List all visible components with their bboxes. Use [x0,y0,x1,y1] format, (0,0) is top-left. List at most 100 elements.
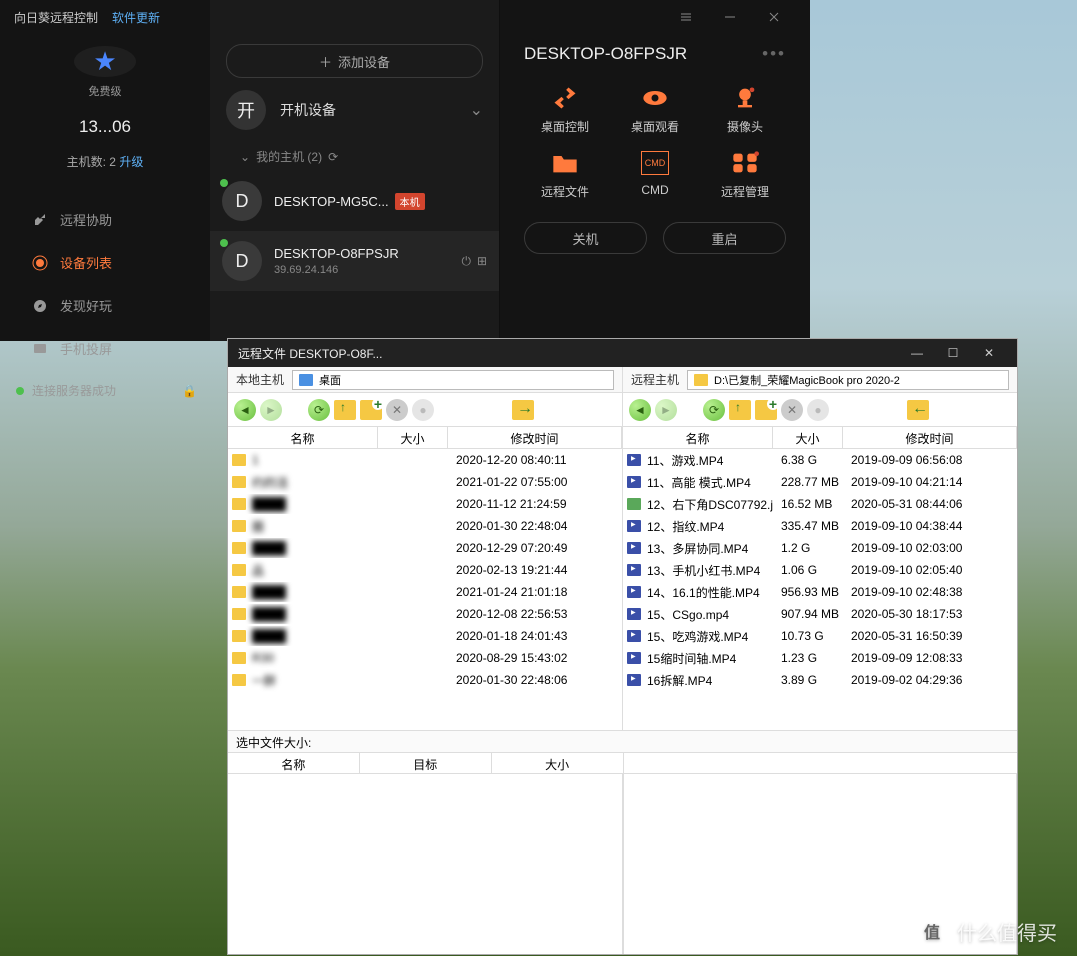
col-name[interactable]: 名称 [228,427,378,448]
file-name: ████ [252,541,286,555]
close-button[interactable] [752,0,796,34]
file-row[interactable]: 12、指纹.MP4 335.47 MB 2019-09-10 04:38:44 [623,515,1017,537]
minimize-button[interactable]: — [899,346,935,360]
file-mtime: 2021-01-22 07:55:00 [448,472,622,492]
forward-button[interactable]: ► [655,399,677,421]
titlebar[interactable]: 向日葵远程控制 软件更新 [0,0,810,34]
file-row[interactable]: 品 2020-02-13 19:21:44 [228,559,622,581]
remote-file-list[interactable]: 11、游戏.MP4 6.38 G 2019-09-09 06:56:08 11、… [623,449,1017,730]
file-row[interactable]: 12、右下角DSC07792.j 16.52 MB 2020-05-31 08:… [623,493,1017,515]
back-button[interactable]: ◄ [629,399,651,421]
file-row[interactable]: 1 2020-12-20 08:40:11 [228,449,622,471]
close-button[interactable]: ✕ [971,346,1007,360]
add-device-button[interactable]: ＋ 添加设备 [226,44,483,78]
sidebar-item-devices[interactable]: 设备列表 [0,241,210,284]
file-row[interactable]: 13、手机小红书.MP4 1.06 G 2019-09-10 02:05:40 [623,559,1017,581]
up-button[interactable] [729,400,751,420]
file-size: 10.73 G [773,626,843,646]
col-mtime[interactable]: 修改时间 [843,427,1017,448]
device-row[interactable]: D DESKTOP-O8FPSJR 39.69.24.146 ⏻⊞ [210,231,499,291]
col-size[interactable]: 大小 [378,427,448,448]
file-row[interactable]: ████ 2021-01-24 21:01:18 [228,581,622,603]
queue-body-left[interactable] [228,774,623,954]
action-desktop-control[interactable]: 桌面控制 [520,86,610,135]
file-row[interactable]: 一醉 2020-01-30 22:48:06 [228,669,622,691]
stop-button[interactable]: ● [412,399,434,421]
local-panel: 本地主机 桌面 ◄ ► ⟳ ✕ ● 名称 大小 修改时间 1 [228,367,623,730]
file-row[interactable]: 约的活 2021-01-22 07:55:00 [228,471,622,493]
shutdown-button[interactable]: 关机 [524,222,647,254]
tier-badge[interactable]: ★ [74,46,136,77]
file-size: 907.94 MB [773,604,843,624]
col-size[interactable]: 大小 [773,427,843,448]
power-icon[interactable]: ⏻ [461,254,471,269]
file-row[interactable]: 11、高能 模式.MP4 228.77 MB 2019-09-10 04:21:… [623,471,1017,493]
back-button[interactable]: ◄ [234,399,256,421]
refresh-button[interactable]: ⟳ [703,399,725,421]
file-row[interactable]: ████ 2020-12-29 07:20:49 [228,537,622,559]
send-right-button[interactable] [512,400,534,420]
maximize-button[interactable]: ☐ [935,346,971,360]
file-row[interactable]: 15缩时间轴.MP4 1.23 G 2019-09-09 12:08:33 [623,647,1017,669]
forward-button[interactable]: ► [260,399,282,421]
menu-icon[interactable] [664,0,708,34]
refresh-button[interactable]: ⟳ [308,399,330,421]
watermark: 值 什么值得买 [917,916,1057,946]
file-row[interactable]: 圈 2020-01-30 22:48:04 [228,515,622,537]
local-label: 本地主机 [236,371,284,388]
upgrade-link[interactable]: 升级 [119,155,143,169]
q-col-size[interactable]: 大小 [492,753,623,773]
up-button[interactable] [334,400,356,420]
file-name: ████ [252,607,286,621]
file-row[interactable]: 15、吃鸡游戏.MP4 10.73 G 2020-05-31 16:50:39 [623,625,1017,647]
folder-icon [232,454,246,466]
tier-label: 免费级 [89,83,122,99]
q-col-target[interactable]: 目标 [360,753,492,773]
more-icon[interactable]: ••• [762,44,786,64]
send-left-button[interactable] [907,400,929,420]
remote-label: 远程主机 [631,371,679,388]
update-link[interactable]: 软件更新 [112,9,160,26]
new-folder-button[interactable] [360,400,382,420]
file-row[interactable]: R30 2020-08-29 15:43:02 [228,647,622,669]
file-row[interactable]: ████ 2020-11-12 21:24:59 [228,493,622,515]
file-row[interactable]: 14、16.1的性能.MP4 956.93 MB 2019-09-10 02:4… [623,581,1017,603]
connection-status: 连接服务器成功 🔒 [0,370,210,411]
file-row[interactable]: 16拆解.MP4 3.89 G 2019-09-02 04:29:36 [623,669,1017,691]
delete-button[interactable]: ✕ [781,399,803,421]
file-row[interactable]: 11、游戏.MP4 6.38 G 2019-09-09 06:56:08 [623,449,1017,471]
action-desktop-view[interactable]: 桌面观看 [610,86,700,135]
file-row[interactable]: 13、多屏协同.MP4 1.2 G 2019-09-10 02:03:00 [623,537,1017,559]
host-id: 13...06 [79,117,131,137]
file-window-titlebar[interactable]: 远程文件 DESKTOP-O8F... — ☐ ✕ [228,339,1017,367]
col-mtime[interactable]: 修改时间 [448,427,622,448]
new-folder-button[interactable] [755,400,777,420]
action-cmd[interactable]: CMD CMD [610,151,700,200]
refresh-icon[interactable]: ⟳ [328,150,338,164]
delete-button[interactable]: ✕ [386,399,408,421]
remote-path-input[interactable]: D:\已复制_荣耀MagicBook pro 2020-2 [687,370,1009,390]
file-row[interactable]: ████ 2020-01-18 24:01:43 [228,625,622,647]
local-file-list[interactable]: 1 2020-12-20 08:40:11 约的活 2021-01-22 07:… [228,449,622,730]
local-path-input[interactable]: 桌面 [292,370,614,390]
file-mtime: 2019-09-10 02:05:40 [843,560,1017,580]
restart-button[interactable]: 重启 [663,222,786,254]
sidebar-item-discover[interactable]: 发现好玩 [0,284,210,327]
stop-button[interactable]: ● [807,399,829,421]
col-name[interactable]: 名称 [623,427,773,448]
action-camera[interactable]: 摄像头 [700,86,790,135]
action-remote-manage[interactable]: 远程管理 [700,151,790,200]
file-row[interactable]: ████ 2020-12-08 22:56:53 [228,603,622,625]
startup-devices-row[interactable]: 开 开机设备 ⌄ [210,78,499,142]
action-remote-files[interactable]: 远程文件 [520,151,610,200]
q-col-name[interactable]: 名称 [228,753,360,773]
power-buttons: 关机 重启 [500,204,810,272]
file-size [378,677,448,683]
sidebar-item-assist[interactable]: 远程协助 [0,198,210,241]
device-row[interactable]: D DESKTOP-MG5C...本机 [210,171,499,231]
my-hosts-section[interactable]: ⌄ 我的主机 (2) ⟳ [210,142,499,171]
file-row[interactable]: 15、CSgo.mp4 907.94 MB 2020-05-30 18:17:5… [623,603,1017,625]
minimize-button[interactable] [708,0,752,34]
file-mtime: 2020-01-30 22:48:04 [448,516,622,536]
sidebar-item-phone[interactable]: 手机投屏 [0,327,210,370]
